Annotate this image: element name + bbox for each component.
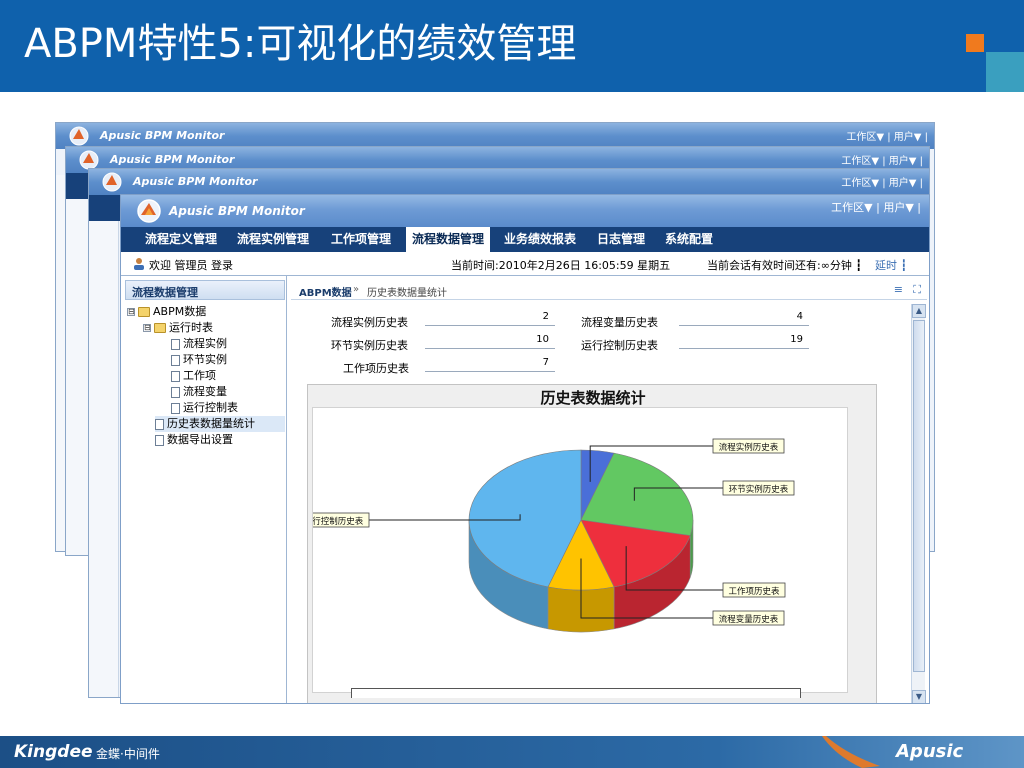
tab-work-item[interactable]: 工作项管理: [325, 227, 397, 252]
breadcrumb-current: 历史表数据量统计: [367, 288, 447, 299]
tab-process-data[interactable]: 流程数据管理: [406, 227, 491, 252]
collapse-toggle-icon[interactable]: ⊟: [143, 324, 151, 332]
kingdee-logo: Kingdee: [14, 742, 93, 762]
app-title: Apusic BPM Monitor: [169, 204, 305, 218]
pie-chart: 流程实例历史表环节实例历史表工作项历史表流程变量历史表 运行控制历史表: [313, 438, 795, 633]
tree-node-abpm-data[interactable]: ⊟ ABPM数据: [127, 304, 206, 320]
teal-square-decoration: [986, 52, 1024, 92]
stat-value: 10: [425, 333, 555, 349]
extend-session-link[interactable]: 延时 ┇: [875, 257, 907, 273]
stat-label: 工作项历史表: [343, 362, 409, 375]
session-timeout: 当前会话有效时间还有:∞分钟 ┇: [707, 259, 862, 272]
tree-node-export-settings[interactable]: 数据导出设置: [155, 432, 233, 448]
folder-icon: [154, 323, 166, 333]
window-titlebar: Apusic BPM Monitor 工作区▼ | 用户▼ |: [89, 169, 929, 195]
stat-label: 运行控制历史表: [581, 339, 658, 352]
chart-frame: 历史表数据统计 流程实例历史表环节实例历史表工作项历史表流程变量历史表 运行控制历…: [307, 384, 877, 703]
kingdee-subtitle: 金蝶·中间件: [96, 747, 160, 761]
stat-label: 环节实例历史表: [331, 339, 408, 352]
main-nav: 流程定义管理 流程实例管理 工作项管理 流程数据管理 业务绩效报表 日志管理 系…: [121, 227, 929, 252]
apusic-logo-icon: [137, 199, 161, 223]
scroll-thumb[interactable]: [913, 320, 925, 672]
tree-node-history-stats[interactable]: 历史表数据量统计: [155, 416, 285, 432]
slide-title: ABPM特性5:可视化的绩效管理: [24, 21, 577, 67]
stat-value: 4: [679, 310, 809, 326]
left-panel-title: 流程数据管理: [132, 286, 198, 299]
document-icon: [171, 338, 180, 350]
maximize-icon[interactable]: ⛶: [913, 283, 921, 297]
tab-process-definition[interactable]: 流程定义管理: [139, 227, 223, 252]
stat-value: 7: [425, 356, 555, 372]
document-icon: [171, 402, 180, 414]
document-icon: [171, 386, 180, 398]
tree-node-activity-instance[interactable]: 环节实例: [171, 352, 227, 368]
orange-square-decoration: [966, 34, 984, 52]
tree-node-work-item[interactable]: 工作项: [171, 368, 216, 384]
slide-footer: Kingdee 金蝶·中间件 Apusic: [0, 736, 1024, 768]
window-titlebar: Apusic BPM Monitor 工作区▼ | 用户▼ |: [121, 195, 929, 227]
tab-log[interactable]: 日志管理: [591, 227, 651, 252]
tree-node-runtime-tables[interactable]: ⊟ 运行时表: [143, 320, 213, 336]
document-icon: [155, 418, 164, 430]
app-title: Apusic BPM Monitor: [133, 175, 258, 188]
folder-icon: [138, 307, 150, 317]
swoosh-decoration: [822, 736, 880, 768]
stat-value: 19: [679, 333, 809, 349]
chart-title: 历史表数据统计: [540, 389, 646, 407]
breadcrumb: ABPM数据 » 历史表数据量统计 ≡ ⛶: [291, 280, 927, 300]
scroll-up-icon[interactable]: ▲: [912, 304, 926, 318]
tree-node-process-instance[interactable]: 流程实例: [171, 336, 227, 352]
breadcrumb-root[interactable]: ABPM数据: [299, 284, 352, 299]
left-panel: 流程数据管理 ⊟ ABPM数据 ⊟ 运行时表 流程实例 环节实例 工作项 流程变量 …: [121, 276, 287, 703]
slice-label: 工作项历史表: [728, 586, 780, 597]
workspace-menu[interactable]: 工作区▼ | 用户▼ |: [846, 128, 928, 143]
stat-label: 流程实例历史表: [331, 316, 408, 329]
document-icon: [171, 370, 180, 382]
tree-node-run-control[interactable]: 运行控制表: [171, 400, 238, 416]
stat-label: 流程变量历史表: [581, 316, 658, 329]
stat-value: 2: [425, 310, 555, 326]
document-icon: [171, 354, 180, 366]
slice-label: 运行控制历史表: [313, 516, 364, 527]
monitor-window: Apusic BPM Monitor 工作区▼ | 用户▼ | 流程定义管理 流…: [120, 194, 930, 704]
chart-area: 流程实例历史表环节实例历史表工作项历史表流程变量历史表 运行控制历史表: [312, 407, 848, 693]
content-panel: ABPM数据 » 历史表数据量统计 ≡ ⛶ 流程实例历史表 2 流程变量历史表 …: [291, 276, 929, 703]
workspace-menu[interactable]: 工作区▼ | 用户▼ |: [831, 199, 921, 215]
tab-performance-report[interactable]: 业务绩效报表: [498, 227, 582, 252]
apusic-logo-icon: [69, 126, 89, 146]
slide-header: ABPM特性5:可视化的绩效管理: [0, 0, 1024, 92]
scroll-down-icon[interactable]: ▼: [912, 690, 926, 703]
menu-icon[interactable]: ≡: [894, 283, 903, 296]
tree-node-process-variable[interactable]: 流程变量: [171, 384, 227, 400]
breadcrumb-separator: »: [353, 284, 360, 295]
app-title: Apusic BPM Monitor: [100, 129, 225, 142]
slice-label: 流程实例历史表: [719, 442, 779, 453]
workspace-menu[interactable]: 工作区▼ | 用户▼ |: [841, 152, 923, 167]
document-icon: [155, 434, 164, 446]
welcome-text: 欢迎 管理员 登录: [149, 259, 233, 272]
workspace-menu[interactable]: 工作区▼ | 用户▼ |: [841, 174, 923, 189]
slice-label: 流程变量历史表: [719, 614, 779, 625]
slice-label: 环节实例历史表: [729, 484, 789, 495]
collapse-toggle-icon[interactable]: ⊟: [127, 308, 135, 316]
bottom-panel-edge: [351, 688, 801, 698]
app-title: Apusic BPM Monitor: [110, 153, 235, 166]
slide: ABPM特性5:可视化的绩效管理 Apusic BPM Monitor 工作区▼…: [0, 0, 1024, 768]
left-panel-header: 流程数据管理: [125, 280, 285, 300]
tab-system-config[interactable]: 系统配置: [659, 227, 719, 252]
apusic-logo-icon: [102, 172, 122, 192]
tab-process-instance[interactable]: 流程实例管理: [231, 227, 315, 252]
info-bar: 欢迎 管理员 登录 当前时间:2010年2月26日 16:05:59 星期五 当…: [121, 252, 929, 276]
apusic-brand-logo: Apusic: [896, 741, 964, 762]
user-icon: [134, 258, 144, 270]
vertical-scrollbar[interactable]: ▲ ▼: [911, 304, 926, 703]
current-time: 当前时间:2010年2月26日 16:05:59 星期五: [451, 259, 671, 272]
sidebar: [89, 221, 119, 697]
